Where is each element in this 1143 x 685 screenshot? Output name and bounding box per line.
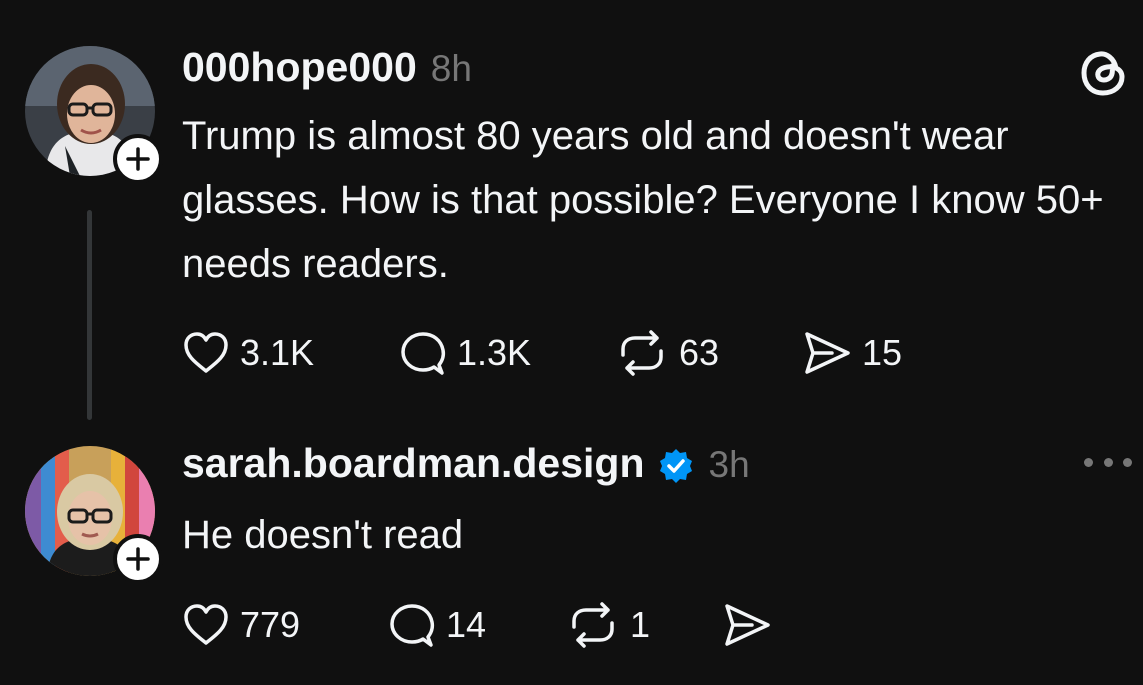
post-text: He doesn't read <box>182 513 464 557</box>
repost-count: 1 <box>630 604 651 645</box>
post-header: sarah.boardman.design 3h <box>182 440 750 487</box>
share-count: 15 <box>862 332 903 373</box>
action-bar: 779 14 1 <box>182 600 882 650</box>
follow-button[interactable] <box>113 534 163 584</box>
plus-icon <box>126 547 150 571</box>
post-text: Trump is almost 80 years old and doesn't… <box>182 114 1104 286</box>
comment-icon <box>390 604 435 647</box>
plus-icon <box>126 147 150 171</box>
send-icon <box>725 604 770 646</box>
repost-icon <box>572 602 614 648</box>
heart-icon <box>184 604 228 645</box>
repost-button[interactable]: 1 <box>566 600 650 650</box>
dot <box>1103 457 1113 467</box>
share-button[interactable] <box>722 600 782 650</box>
dot <box>1084 457 1093 467</box>
heart-icon <box>184 332 228 373</box>
username[interactable]: sarah.boardman.design <box>182 440 645 487</box>
post-header: 000hope000 8h <box>182 44 472 91</box>
like-button[interactable]: 779 <box>182 600 300 650</box>
repost-icon <box>621 330 663 376</box>
repost-count: 63 <box>679 332 720 373</box>
like-count: 3.1K <box>240 332 315 373</box>
more-options-button[interactable] <box>1084 450 1132 474</box>
threads-logo-icon[interactable] <box>1078 44 1130 100</box>
timestamp: 3h <box>708 444 750 485</box>
like-button[interactable]: 3.1K <box>182 328 314 378</box>
follow-button[interactable] <box>113 134 163 184</box>
like-count: 779 <box>240 604 301 645</box>
reply-count: 14 <box>446 604 487 645</box>
thread-line <box>87 210 92 420</box>
repost-button[interactable]: 63 <box>615 328 719 378</box>
action-bar: 3.1K 1.3K 63 15 <box>182 328 1082 378</box>
reply-button[interactable]: 1.3K <box>399 328 531 378</box>
dot <box>1123 457 1132 467</box>
timestamp: 8h <box>430 48 472 89</box>
username[interactable]: 000hope000 <box>182 44 417 91</box>
comment-icon <box>401 332 446 375</box>
reply-count: 1.3K <box>457 332 532 373</box>
verified-badge-icon <box>657 447 695 485</box>
send-icon <box>805 332 850 374</box>
share-button[interactable]: 15 <box>802 328 902 378</box>
reply-button[interactable]: 14 <box>388 600 486 650</box>
